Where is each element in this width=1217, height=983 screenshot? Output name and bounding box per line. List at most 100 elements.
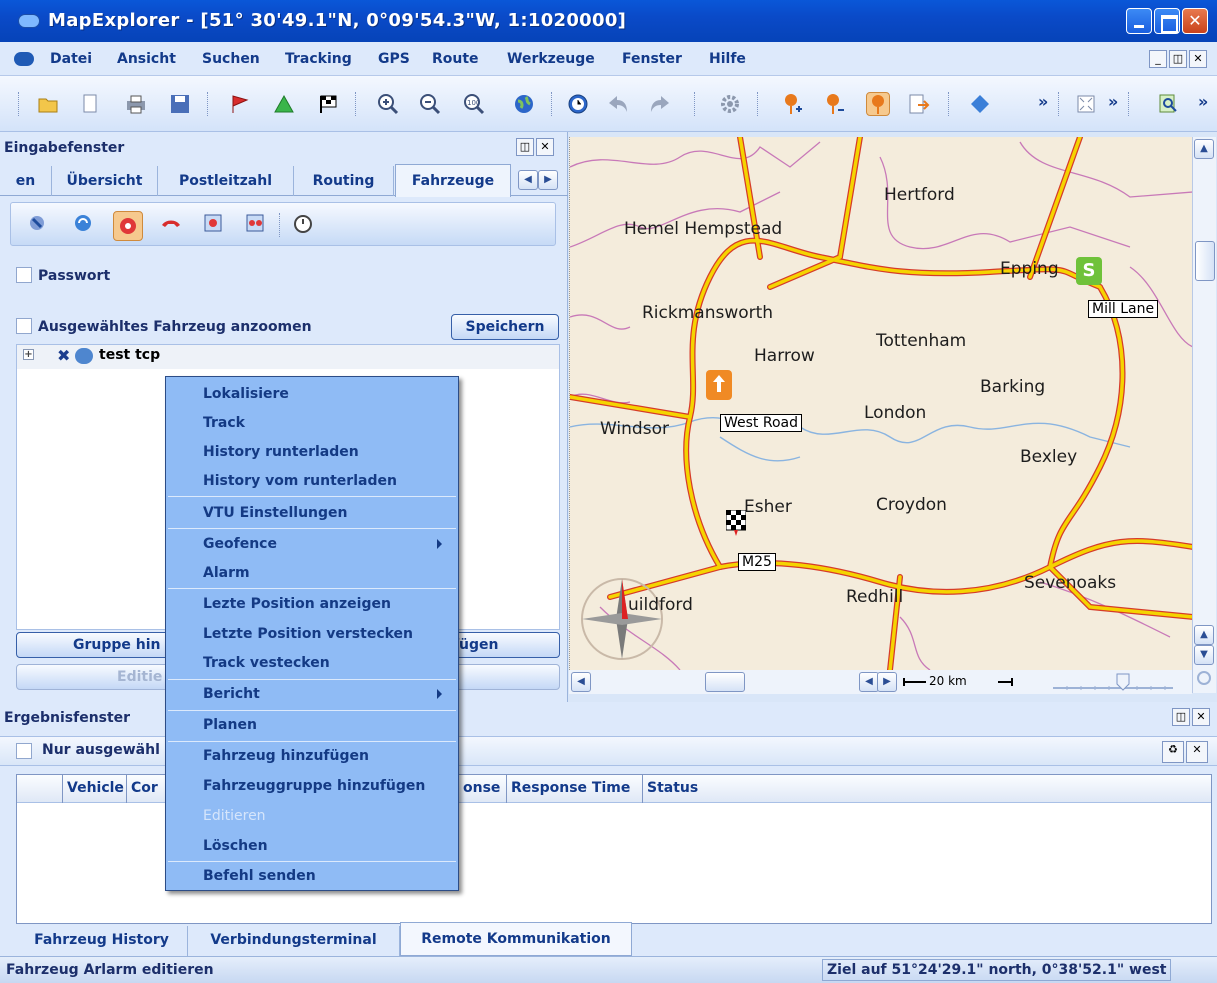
vehicle-disconnect-button[interactable] bbox=[159, 211, 183, 235]
vehicle-refresh-button[interactable] bbox=[71, 211, 95, 235]
tab-fahrzeug-history[interactable]: Fahrzeug History bbox=[16, 926, 188, 956]
tab-remote-kommunikation[interactable]: Remote Kommunikation bbox=[400, 922, 632, 956]
menu-item-vtu-einstellungen[interactable]: VTU Einstellungen bbox=[166, 498, 458, 528]
menu-item-history-vom-runterladen[interactable]: History vom runterladen bbox=[166, 466, 458, 496]
menu-datei[interactable]: Datei bbox=[50, 51, 92, 67]
zoom-slider[interactable] bbox=[1047, 672, 1175, 692]
menu-item-track[interactable]: Track bbox=[166, 408, 458, 438]
toolbar-overflow-1[interactable]: » bbox=[1038, 92, 1048, 111]
vehicle-connect-button[interactable] bbox=[25, 211, 49, 235]
map-view[interactable]: Hertford Hemel Hempstead Epping Rickmans… bbox=[569, 137, 1192, 670]
tab-scroll-left-button[interactable]: ◀ bbox=[518, 170, 538, 190]
zoom-vehicle-checkbox[interactable] bbox=[16, 318, 32, 334]
col-response-time[interactable]: Response Time bbox=[507, 775, 643, 803]
toolbar-overflow-3[interactable]: » bbox=[1198, 92, 1208, 111]
menu-tracking[interactable]: Tracking bbox=[285, 51, 352, 67]
password-checkbox[interactable] bbox=[16, 267, 32, 283]
col-vehicle[interactable]: Vehicle bbox=[63, 775, 127, 803]
vehicle-zoom-button[interactable] bbox=[201, 211, 225, 235]
menu-item-fahrzeuggruppe-hinzufuegen[interactable]: Fahrzeuggruppe hinzufügen bbox=[166, 771, 458, 801]
menu-item-lezte-position-anzeigen[interactable]: Lezte Position anzeigen bbox=[166, 589, 458, 619]
tab-uebersicht[interactable]: Übersicht bbox=[52, 166, 158, 196]
menu-werkzeuge[interactable]: Werkzeuge bbox=[507, 51, 595, 67]
input-panel-close-button[interactable]: ✕ bbox=[536, 138, 554, 156]
menu-item-loeschen[interactable]: Löschen bbox=[166, 831, 458, 861]
tab-scroll-right-button[interactable]: ▶ bbox=[538, 170, 558, 190]
menu-item-befehl-senden[interactable]: Befehl senden bbox=[166, 861, 458, 891]
result-panel-float-button[interactable]: ◫ bbox=[1172, 708, 1190, 726]
menu-item-history-runterladen[interactable]: History runterladen bbox=[166, 437, 458, 467]
tab-postleitzahl[interactable]: Postleitzahl bbox=[158, 166, 294, 196]
waypoint-marker-icon[interactable] bbox=[706, 370, 732, 400]
menu-item-track-vestecken[interactable]: Track vestecken bbox=[166, 648, 458, 678]
scroll-up-button[interactable]: ▲ bbox=[1194, 139, 1214, 159]
start-marker-icon[interactable]: S bbox=[1076, 257, 1102, 285]
only-selected-checkbox[interactable] bbox=[16, 743, 32, 759]
green-flag-button[interactable] bbox=[272, 92, 296, 116]
settings-button[interactable] bbox=[718, 92, 742, 116]
destination-flag-icon[interactable] bbox=[725, 509, 747, 536]
close-button[interactable]: ✕ bbox=[1182, 8, 1208, 34]
tree-root-row[interactable]: + ✖ test tcp bbox=[17, 345, 559, 369]
col-status[interactable]: Status bbox=[643, 775, 1211, 803]
undo-button[interactable] bbox=[606, 92, 630, 116]
scroll-left-button[interactable]: ◀ bbox=[571, 672, 591, 692]
clear-results-button[interactable]: ♻ bbox=[1162, 741, 1184, 763]
tab-verbindungsterminal[interactable]: Verbindungsterminal bbox=[188, 926, 400, 956]
new-document-button[interactable] bbox=[78, 92, 102, 116]
map-vertical-scrollbar[interactable]: ▲ ▲ ▼ bbox=[1192, 137, 1216, 693]
vehicle-timer-button[interactable] bbox=[291, 211, 315, 235]
col-response[interactable]: onse bbox=[459, 775, 507, 803]
save-button[interactable] bbox=[168, 92, 192, 116]
menu-hilfe[interactable]: Hilfe bbox=[709, 51, 746, 67]
menu-route[interactable]: Route bbox=[432, 51, 479, 67]
open-folder-button[interactable] bbox=[36, 92, 60, 116]
zoom-out-button[interactable] bbox=[418, 92, 442, 116]
vehicle-zoom-all-button[interactable] bbox=[243, 211, 267, 235]
navigate-button[interactable] bbox=[968, 92, 992, 116]
toolbar-overflow-2[interactable]: » bbox=[1108, 92, 1118, 111]
clock-button[interactable] bbox=[566, 92, 590, 116]
input-panel-float-button[interactable]: ◫ bbox=[516, 138, 534, 156]
export-button[interactable] bbox=[906, 92, 930, 116]
menu-item-alarm[interactable]: Alarm bbox=[166, 558, 458, 588]
menu-gps[interactable]: GPS bbox=[378, 51, 410, 67]
pan-right-button[interactable]: ▶ bbox=[877, 672, 897, 692]
pin-button[interactable] bbox=[866, 92, 890, 116]
vehicle-track-button[interactable] bbox=[113, 211, 143, 241]
zoom-up-button[interactable]: ▲ bbox=[1194, 625, 1214, 645]
app-menu-icon[interactable] bbox=[14, 52, 34, 66]
menu-item-letzte-position-verstecken[interactable]: Letzte Position verstecken bbox=[166, 619, 458, 649]
close-results-button[interactable]: ✕ bbox=[1186, 741, 1208, 763]
menu-item-fahrzeug-hinzufuegen[interactable]: Fahrzeug hinzufügen bbox=[166, 741, 458, 771]
minimize-button[interactable] bbox=[1126, 8, 1152, 34]
expand-icon[interactable]: + bbox=[23, 349, 34, 360]
pan-left-button[interactable]: ◀ bbox=[859, 672, 879, 692]
col-select[interactable] bbox=[17, 775, 63, 803]
maximize-button[interactable] bbox=[1154, 8, 1180, 34]
finish-flag-button[interactable] bbox=[316, 92, 340, 116]
result-panel-close-button[interactable]: ✕ bbox=[1192, 708, 1210, 726]
zoom-100-button[interactable]: 100 bbox=[462, 92, 486, 116]
menu-item-lokalisiere[interactable]: Lokalisiere bbox=[166, 379, 458, 409]
menu-item-geofence[interactable]: Geofence bbox=[166, 529, 458, 559]
redo-button[interactable] bbox=[648, 92, 672, 116]
menu-suchen[interactable]: Suchen bbox=[202, 51, 260, 67]
vertical-scroll-thumb[interactable] bbox=[1195, 241, 1215, 281]
menu-item-bericht[interactable]: Bericht bbox=[166, 679, 458, 709]
mdi-minimize-button[interactable]: _ bbox=[1149, 50, 1167, 68]
remove-pin-button[interactable] bbox=[822, 92, 846, 116]
menu-item-planen[interactable]: Planen bbox=[166, 710, 458, 740]
globe-button[interactable] bbox=[512, 92, 536, 116]
tab-fahrzeuge[interactable]: Fahrzeuge bbox=[395, 164, 511, 197]
zoom-in-button[interactable] bbox=[376, 92, 400, 116]
menu-ansicht[interactable]: Ansicht bbox=[117, 51, 176, 67]
menu-item-editieren[interactable]: Editieren bbox=[166, 801, 458, 831]
fullscreen-button[interactable] bbox=[1074, 92, 1098, 116]
tab-routing[interactable]: Routing bbox=[294, 166, 394, 196]
red-flag-button[interactable] bbox=[228, 92, 252, 116]
menu-fenster[interactable]: Fenster bbox=[622, 51, 682, 67]
search-map-button[interactable] bbox=[1156, 92, 1180, 116]
add-pin-button[interactable] bbox=[780, 92, 804, 116]
zoom-down-button[interactable]: ▼ bbox=[1194, 645, 1214, 665]
